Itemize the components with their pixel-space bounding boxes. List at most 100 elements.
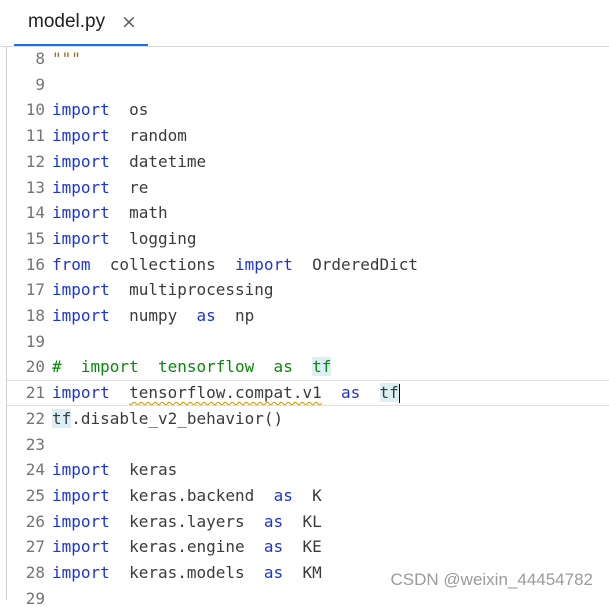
- code-line[interactable]: 11 import random: [7, 123, 609, 149]
- line-number: 11: [25, 126, 45, 146]
- code-text: import os: [52, 97, 148, 123]
- code-text: import keras.engine as KE: [52, 534, 322, 560]
- code-token: keras: [109, 460, 178, 480]
- code-token: tf: [312, 357, 332, 377]
- code-token: """: [52, 49, 81, 68]
- code-token: re: [109, 177, 149, 197]
- code-text: import keras.layers as KL: [52, 509, 322, 535]
- code-line[interactable]: 8 """: [7, 46, 609, 72]
- code-token: datetime: [109, 151, 207, 171]
- code-token: import: [235, 254, 293, 274]
- code-line[interactable]: 24 import keras: [7, 457, 609, 483]
- code-text: import tensorflow.compat.v1 as tf: [52, 381, 401, 405]
- code-text: import keras.models as KM: [52, 560, 322, 586]
- line-number: 26: [25, 511, 45, 531]
- code-token: KL: [283, 511, 322, 531]
- code-token: multiprocessing: [109, 280, 274, 300]
- code-token: import: [52, 383, 110, 403]
- code-token: import: [52, 485, 110, 505]
- watermark: CSDN @weixin_44454782: [390, 570, 593, 589]
- code-token: as: [263, 563, 284, 582]
- code-editor[interactable]: 8 """ 9 10 import os 11 import random 12 import …: [6, 46, 609, 608]
- tab-model-py[interactable]: model.py ×: [14, 0, 148, 46]
- code-token: from: [52, 254, 91, 274]
- line-number: 9: [35, 74, 45, 94]
- code-token: keras.layers: [109, 511, 264, 531]
- code-line[interactable]: 25 import keras.backend as K: [7, 483, 609, 509]
- code-line[interactable]: 21 import tensorflow.compat.v1 as tf: [7, 380, 609, 406]
- line-number: 22: [25, 408, 45, 428]
- code-line[interactable]: 14 import math: [7, 200, 609, 226]
- code-text: import datetime: [52, 149, 206, 175]
- code-token: as: [263, 537, 284, 557]
- code-text: # import tensorflow as tf: [52, 354, 332, 380]
- code-text: import multiprocessing: [52, 277, 274, 303]
- code-token: as: [340, 383, 361, 403]
- code-text: import numpy as np: [52, 303, 254, 329]
- code-line[interactable]: 17 import multiprocessing: [7, 277, 609, 303]
- code-line[interactable]: 18 import numpy as np: [7, 303, 609, 329]
- text-cursor: [398, 384, 401, 404]
- line-number: 19: [25, 331, 45, 351]
- code-line[interactable]: 27 import keras.engine as KE: [7, 534, 609, 560]
- code-token: import: [52, 306, 110, 325]
- code-token: import: [52, 537, 110, 557]
- line-number: 23: [25, 434, 45, 454]
- code-token: import: [52, 126, 110, 146]
- code-text: """: [52, 46, 81, 72]
- code-token: tf: [52, 408, 72, 428]
- line-number: 20: [25, 357, 45, 377]
- close-icon[interactable]: ×: [118, 9, 140, 35]
- code-token: .disable_v2_behavior(): [71, 408, 284, 428]
- code-token: keras.engine: [109, 537, 264, 557]
- code-token: import: [52, 563, 110, 582]
- code-line[interactable]: 23: [7, 432, 609, 458]
- line-number: 18: [25, 306, 45, 325]
- line-number: 29: [25, 588, 45, 608]
- code-token: as: [196, 306, 216, 325]
- code-line[interactable]: 20 # import tensorflow as tf: [7, 354, 609, 380]
- code-token: numpy: [109, 306, 197, 325]
- line-number: 8: [35, 49, 45, 68]
- line-number: 12: [25, 151, 45, 171]
- code-line[interactable]: 22 tf.disable_v2_behavior(): [7, 406, 609, 432]
- code-text: import random: [52, 123, 187, 149]
- code-text: tf.disable_v2_behavior(): [52, 406, 283, 432]
- code-line[interactable]: 16 from collections import OrderedDict: [7, 252, 609, 278]
- code-token: as: [263, 511, 284, 531]
- code-token: import: [52, 177, 110, 197]
- code-line[interactable]: 26 import keras.layers as KL: [7, 509, 609, 535]
- code-text: import math: [52, 200, 168, 226]
- code-token: K: [292, 485, 322, 505]
- tab-bar: model.py ×: [0, 0, 609, 47]
- code-token: tensorflow.compat.v1: [129, 383, 322, 403]
- code-text: from collections import OrderedDict: [52, 252, 418, 278]
- code-token: KM: [283, 563, 322, 582]
- code-token: import: [52, 151, 110, 171]
- line-number: 17: [25, 280, 45, 300]
- code-line[interactable]: 15 import logging: [7, 226, 609, 252]
- code-line[interactable]: 13 import re: [7, 175, 609, 201]
- code-token: import: [52, 280, 110, 300]
- code-line[interactable]: 10 import os: [7, 97, 609, 123]
- code-token: collections: [90, 254, 236, 274]
- code-line[interactable]: 19: [7, 329, 609, 355]
- code-token: import: [52, 100, 110, 120]
- code-token: import: [52, 511, 110, 531]
- code-token: math: [109, 203, 168, 223]
- line-number: 27: [25, 537, 45, 557]
- tab-label: model.py: [28, 11, 106, 32]
- code-text: import logging: [52, 226, 197, 252]
- code-token: np: [215, 306, 255, 325]
- code-line[interactable]: 9: [7, 72, 609, 98]
- code-token: # import tensorflow as: [52, 357, 313, 377]
- code-line[interactable]: 12 import datetime: [7, 149, 609, 175]
- code-text: import keras.backend as K: [52, 483, 322, 509]
- code-token: tf: [379, 383, 399, 403]
- line-number: 16: [25, 254, 45, 274]
- code-token: random: [109, 126, 187, 146]
- line-number: 21: [25, 383, 45, 403]
- line-number: 24: [25, 460, 45, 480]
